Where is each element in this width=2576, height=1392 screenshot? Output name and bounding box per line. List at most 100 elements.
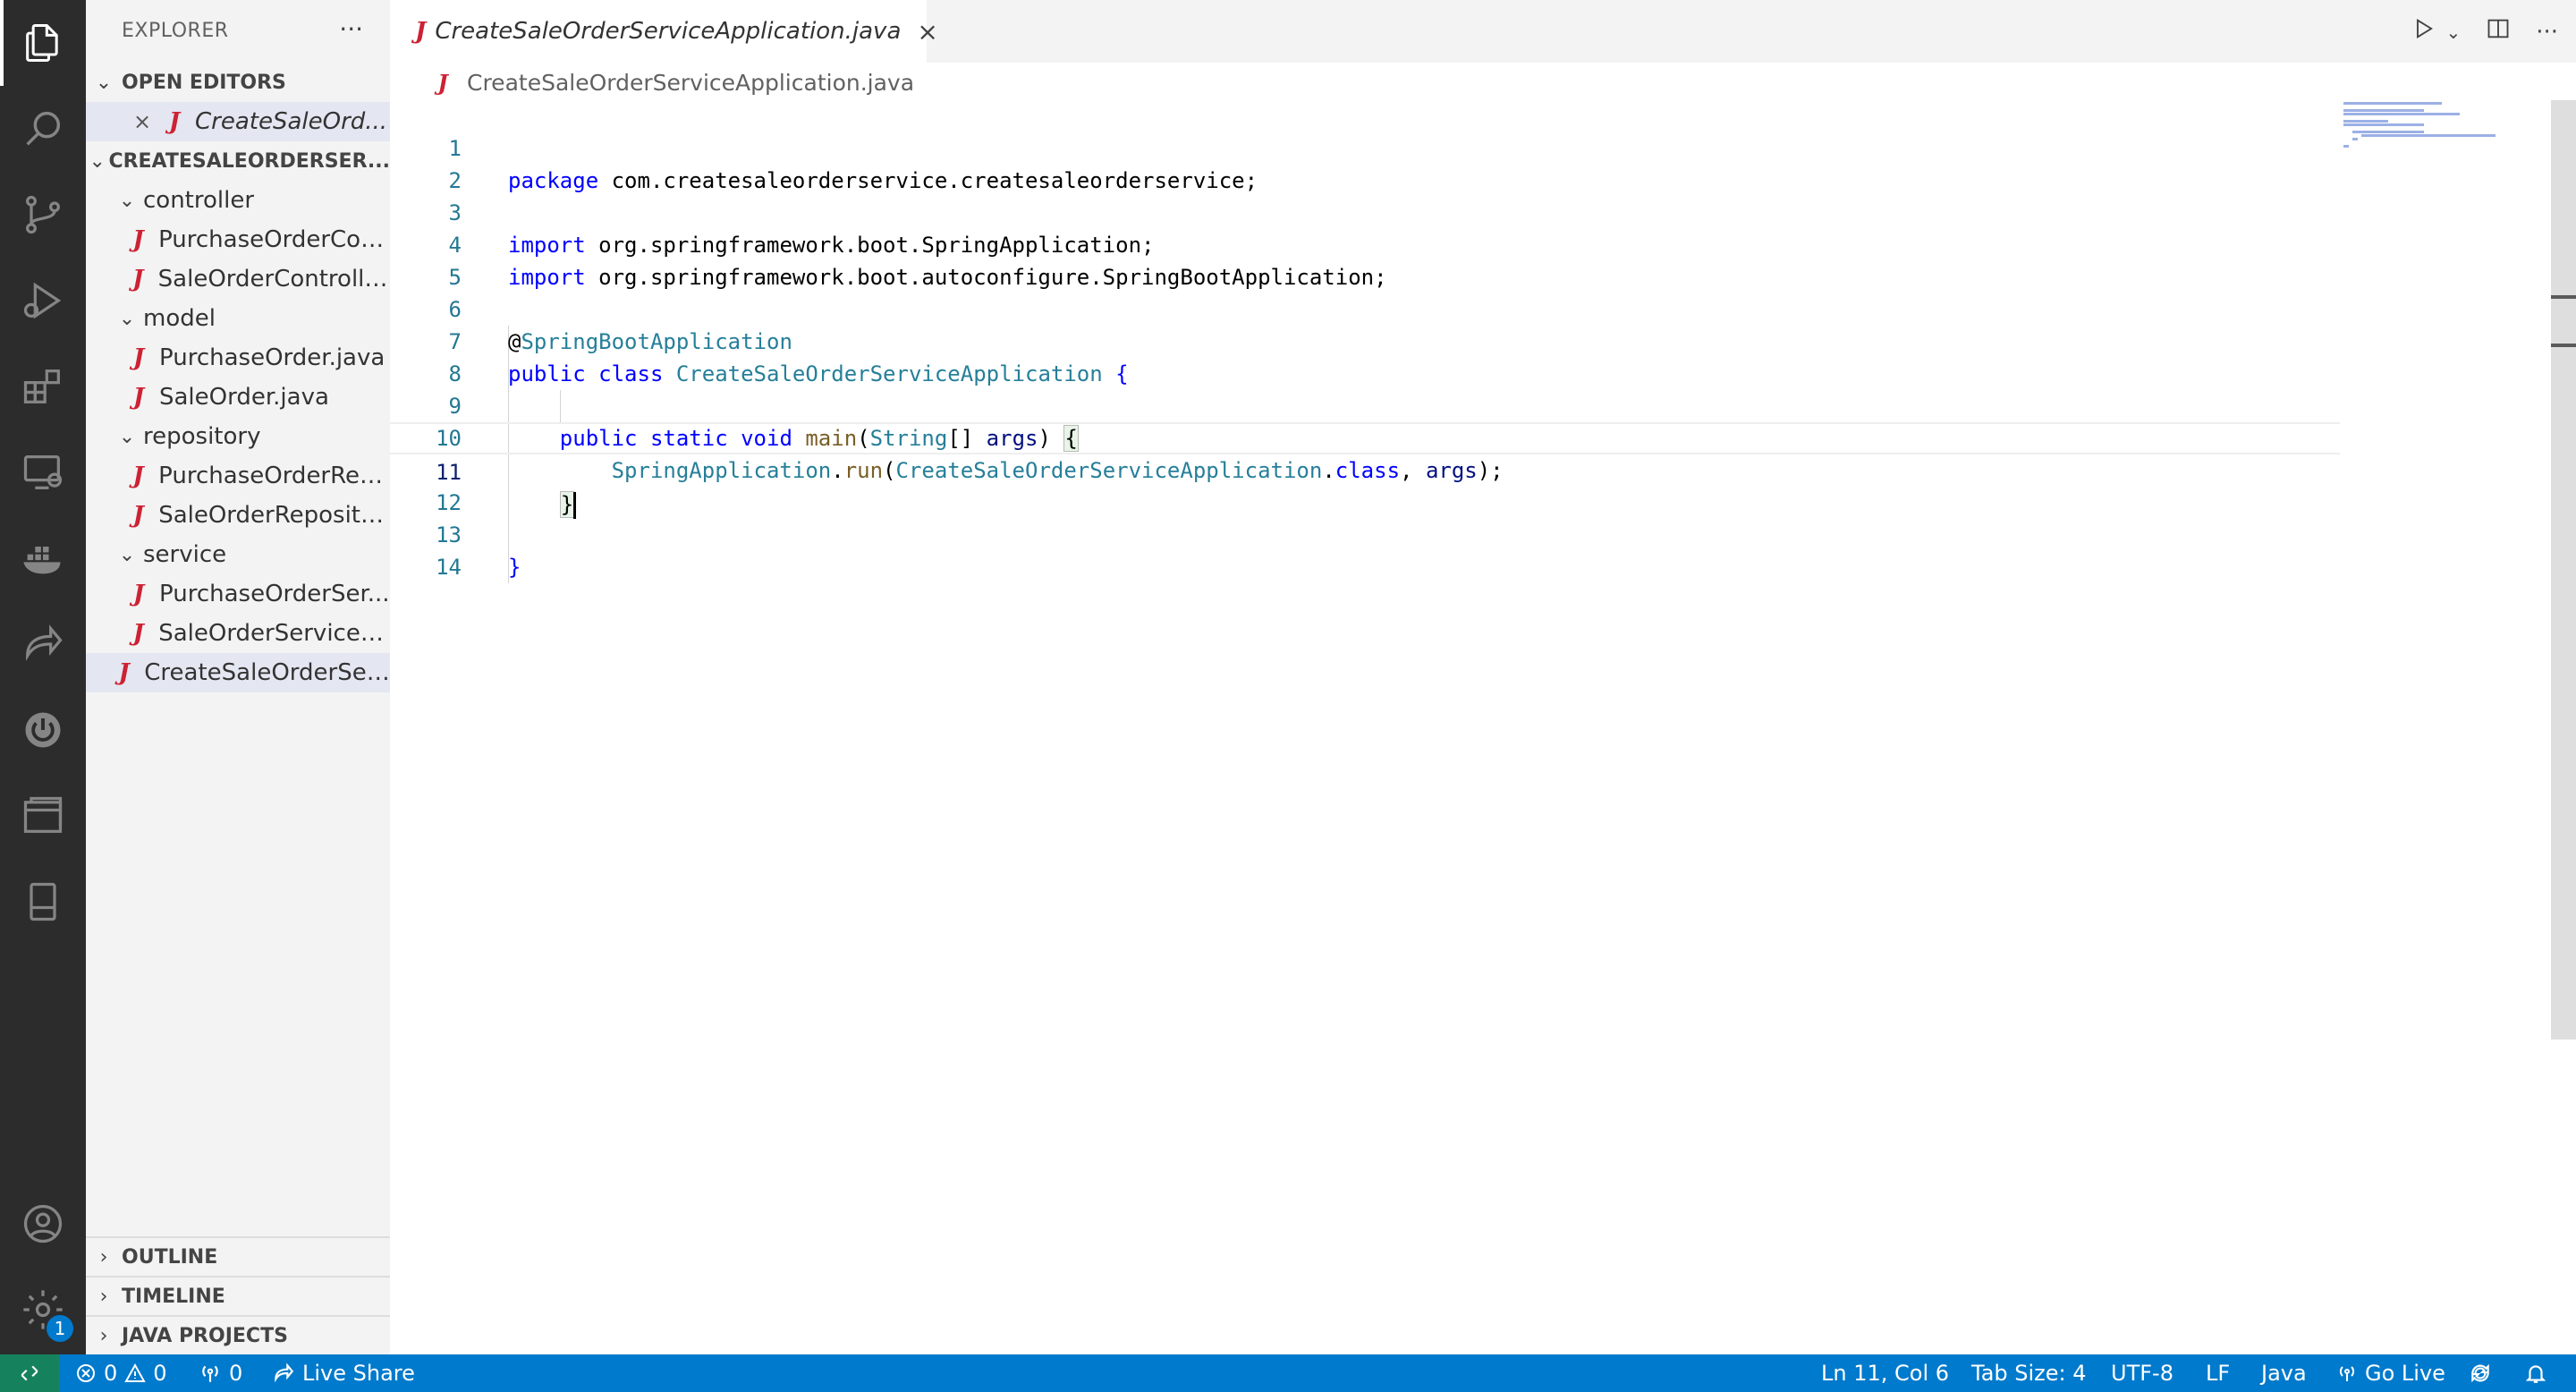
code-line: 9 public static void main(String[] args)… bbox=[390, 358, 2340, 452]
live-share-icon bbox=[275, 1362, 294, 1383]
file-item[interactable]: J PurchaseOrder.java bbox=[86, 338, 390, 378]
java-projects-section[interactable]: › JAVA PROJECTS bbox=[86, 1315, 390, 1354]
run-icon[interactable] bbox=[2411, 16, 2436, 47]
project-section[interactable]: ⌄ CREATESALEORDERSER... bbox=[86, 141, 391, 181]
code-line: 3 import org.springframework.boot.Spring… bbox=[390, 165, 2340, 258]
live-share-label: Live Share bbox=[302, 1361, 415, 1386]
settings-gear-icon[interactable]: 1 bbox=[0, 1267, 86, 1353]
settings-badge: 1 bbox=[47, 1315, 73, 1342]
folder-controller[interactable]: ⌄ controller bbox=[86, 181, 390, 220]
activity-bar: 1 bbox=[0, 0, 86, 1354]
file-item[interactable]: J PurchaseOrderSer... bbox=[86, 574, 390, 614]
file-item[interactable]: J SaleOrder.java bbox=[86, 378, 390, 417]
file-name: PurchaseOrderCon... bbox=[158, 226, 390, 253]
folder-repository[interactable]: ⌄ repository bbox=[86, 417, 390, 456]
code-line: 12 bbox=[390, 454, 2340, 515]
language-mode[interactable]: Java bbox=[2261, 1354, 2307, 1392]
go-live-label: Go Live bbox=[2365, 1361, 2445, 1386]
code-line: 10 SpringApplication.run(CreateSaleOrder… bbox=[390, 390, 2340, 483]
file-item[interactable]: J SaleOrderService.j... bbox=[86, 614, 390, 653]
java-projects-label: JAVA PROJECTS bbox=[122, 1324, 288, 1347]
java-file-icon: J bbox=[415, 18, 427, 45]
live-share-icon[interactable] bbox=[0, 601, 86, 687]
code-line: 5 bbox=[390, 229, 2340, 290]
encoding[interactable]: UTF-8 bbox=[2111, 1354, 2174, 1392]
code-line: 7 public class CreateSaleOrderServiceApp… bbox=[390, 293, 2340, 386]
chevron-down-icon: ⌄ bbox=[118, 307, 136, 330]
java-file-icon: J bbox=[132, 384, 145, 411]
code-line: 14 bbox=[390, 519, 2340, 580]
problems-indicator[interactable]: 0 0 bbox=[75, 1354, 167, 1392]
account-icon[interactable] bbox=[0, 1181, 86, 1267]
outline-label: OUTLINE bbox=[122, 1245, 218, 1269]
end-of-line[interactable]: LF bbox=[2206, 1354, 2230, 1392]
file-name: SaleOrderService.j... bbox=[158, 620, 390, 647]
file-item[interactable]: J SaleOrderControlle... bbox=[86, 259, 390, 299]
close-tab-icon[interactable]: × bbox=[917, 17, 937, 47]
file-item[interactable]: J PurchaseOrderCon... bbox=[86, 220, 390, 259]
chevron-down-icon: ⌄ bbox=[118, 189, 136, 212]
remote-indicator[interactable] bbox=[0, 1354, 59, 1392]
warning-icon bbox=[124, 1362, 146, 1382]
chevron-down-icon[interactable]: ⌄ bbox=[2445, 21, 2461, 43]
go-live-button[interactable]: Go Live bbox=[2336, 1354, 2445, 1392]
live-share-status[interactable]: Live Share bbox=[272, 1354, 415, 1392]
split-editor-icon[interactable] bbox=[2486, 16, 2511, 47]
code-line: 8 bbox=[390, 326, 2340, 386]
open-editors-section[interactable]: ⌄ OPEN EDITORS bbox=[86, 63, 390, 102]
ports-indicator[interactable]: 0 bbox=[199, 1354, 242, 1392]
chevron-down-icon: ⌄ bbox=[89, 149, 106, 173]
code-line: 1 package com.createsaleorderservice.cre… bbox=[390, 100, 2340, 193]
java-file-icon: J bbox=[168, 108, 181, 135]
file-name: PurchaseOrder.java bbox=[159, 344, 386, 371]
sync-icon[interactable] bbox=[2469, 1354, 2492, 1392]
scroll-marker bbox=[2551, 344, 2576, 347]
cursor-position[interactable]: Ln 11, Col 6 bbox=[1821, 1354, 1949, 1392]
code-editor[interactable]: 1 package com.createsaleorderservice.cre… bbox=[390, 100, 2576, 1354]
java-file-icon: J bbox=[132, 581, 145, 607]
more-actions-icon[interactable]: ··· bbox=[339, 14, 363, 44]
file-item[interactable]: J SaleOrderReposito... bbox=[86, 496, 390, 535]
tab-bar: J CreateSaleOrderServiceApplication.java… bbox=[390, 0, 2576, 63]
vertical-scrollbar[interactable] bbox=[2551, 100, 2576, 1040]
chevron-right-icon: › bbox=[99, 1245, 108, 1269]
folder-model[interactable]: ⌄ model bbox=[86, 299, 390, 338]
explorer-sidebar: EXPLORER ··· ⌄ OPEN EDITORS × J CreateSa… bbox=[86, 0, 390, 1354]
extensions-icon[interactable] bbox=[0, 344, 86, 429]
file-item-selected[interactable]: J CreateSaleOrderSer... bbox=[86, 653, 390, 692]
remote-explorer-icon[interactable] bbox=[0, 429, 86, 515]
device-icon[interactable] bbox=[0, 859, 86, 945]
source-control-icon[interactable] bbox=[0, 172, 86, 258]
folder-service[interactable]: ⌄ service bbox=[86, 535, 390, 574]
file-name: CreateSaleOrderSer... bbox=[144, 659, 390, 686]
folder-name: service bbox=[143, 541, 227, 568]
ports-count: 0 bbox=[229, 1361, 243, 1386]
java-file-icon: J bbox=[132, 226, 144, 253]
outline-section[interactable]: › OUTLINE bbox=[86, 1236, 390, 1276]
chevron-down-icon: ⌄ bbox=[118, 425, 136, 448]
file-name: SaleOrder.java bbox=[159, 384, 329, 411]
status-bar: 0 0 0 Live Share Ln 11, Col 6 Tab Size: … bbox=[0, 1354, 2576, 1392]
search-icon[interactable] bbox=[0, 86, 86, 172]
code-line: 4 import org.springframework.boot.autoco… bbox=[390, 197, 2340, 290]
tab-size[interactable]: Tab Size: 4 bbox=[1971, 1354, 2087, 1392]
panels-icon[interactable] bbox=[0, 773, 86, 859]
java-file-icon: J bbox=[132, 502, 144, 529]
run-debug-icon[interactable] bbox=[0, 258, 86, 344]
file-item[interactable]: J PurchaseOrderRep... bbox=[86, 456, 390, 496]
minimap[interactable] bbox=[2334, 100, 2504, 154]
close-editor-icon[interactable]: × bbox=[129, 109, 156, 134]
spring-boot-icon[interactable] bbox=[0, 687, 86, 773]
timeline-section[interactable]: › TIMELINE bbox=[86, 1276, 390, 1315]
project-label: CREATESALEORDERSER... bbox=[108, 149, 390, 173]
more-actions-icon[interactable]: ··· bbox=[2536, 19, 2558, 46]
explorer-icon[interactable] bbox=[0, 0, 86, 86]
docker-icon[interactable] bbox=[0, 515, 86, 601]
tab-editor[interactable]: J CreateSaleOrderServiceApplication.java… bbox=[390, 0, 938, 63]
notifications-bell-icon[interactable] bbox=[2524, 1354, 2547, 1392]
sidebar-header: EXPLORER ··· bbox=[86, 0, 390, 63]
code-line: 6 @SpringBootApplication bbox=[390, 261, 2340, 354]
open-editor-item[interactable]: × J CreateSaleOrd... bbox=[86, 102, 390, 141]
breadcrumb[interactable]: J CreateSaleOrderServiceApplication.java bbox=[429, 66, 914, 98]
broadcast-icon bbox=[202, 1365, 218, 1382]
